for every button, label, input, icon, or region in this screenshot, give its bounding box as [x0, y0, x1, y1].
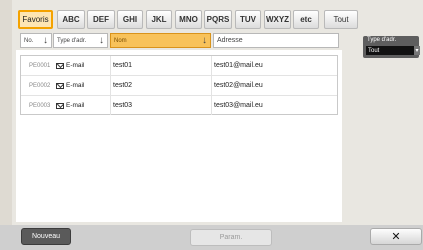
arrow-down-icon: ↓	[43, 35, 48, 46]
row-address: test03@mail.eu	[214, 102, 263, 109]
tab-jkl[interactable]: JKL	[146, 10, 172, 29]
tab-favoris[interactable]: Favoris	[18, 10, 53, 29]
tab-mno[interactable]: MNO	[175, 10, 202, 29]
row-number: PE0002	[29, 82, 51, 89]
row-number: PE0003	[29, 102, 51, 109]
filter-label: Type d'adr.	[367, 37, 397, 43]
table-row[interactable]: PE0001 E-mail test01 test01@mail.eu	[21, 56, 337, 76]
envelope-icon	[56, 62, 64, 69]
row-name: test02	[113, 82, 133, 89]
row-address: test02@mail.eu	[214, 82, 263, 89]
tab-wxyz[interactable]: WXYZ	[264, 10, 291, 29]
tab-tout[interactable]: Tout	[324, 10, 358, 29]
envelope-icon	[56, 82, 64, 89]
new-button[interactable]: Nouveau	[21, 228, 71, 245]
envelope-icon	[56, 102, 64, 109]
table-row[interactable]: PE0003 E-mail test03 test03@mail.eu	[21, 96, 337, 116]
header-name-label: Nom	[114, 37, 127, 44]
arrow-down-icon: ↓	[99, 35, 104, 46]
left-edge	[0, 0, 12, 225]
row-address: test01@mail.eu	[214, 62, 263, 69]
tab-def[interactable]: DEF	[87, 10, 115, 29]
filter-select[interactable]: Tout	[366, 46, 414, 55]
header-no-label: No.	[24, 37, 34, 44]
header-type[interactable]: Type d'adr. ↓	[53, 33, 108, 48]
row-type-label: E-mail	[66, 62, 85, 69]
close-button[interactable]: ✕	[370, 228, 422, 245]
table-row[interactable]: PE0002 E-mail test02 test02@mail.eu	[21, 76, 337, 96]
arrow-down-icon: ↓	[202, 35, 207, 46]
row-name: test03	[113, 102, 133, 109]
params-button[interactable]: Param.	[190, 229, 272, 246]
row-type: E-mail	[56, 56, 84, 75]
header-type-label: Type d'adr.	[57, 37, 87, 44]
row-type-label: E-mail	[66, 102, 85, 109]
header-no[interactable]: No. ↓	[20, 33, 52, 48]
header-address-label: Adresse	[217, 37, 243, 44]
header-address: Adresse	[213, 33, 339, 48]
chevron-down-icon[interactable]: ▾	[414, 46, 420, 55]
tab-etc[interactable]: etc	[293, 10, 319, 29]
row-number: PE0001	[29, 62, 51, 69]
tab-ghi[interactable]: GHI	[117, 10, 143, 29]
address-table: PE0001 E-mail test01 test01@mail.eu PE00…	[20, 55, 338, 115]
row-type: E-mail	[56, 96, 84, 115]
tab-abc[interactable]: ABC	[57, 10, 85, 29]
tab-pqrs[interactable]: PQRS	[204, 10, 232, 29]
row-name: test01	[113, 62, 133, 69]
header-name[interactable]: Nom ↓	[110, 33, 211, 48]
row-type-label: E-mail	[66, 82, 85, 89]
row-type: E-mail	[56, 76, 84, 95]
tab-tuv[interactable]: TUV	[235, 10, 261, 29]
